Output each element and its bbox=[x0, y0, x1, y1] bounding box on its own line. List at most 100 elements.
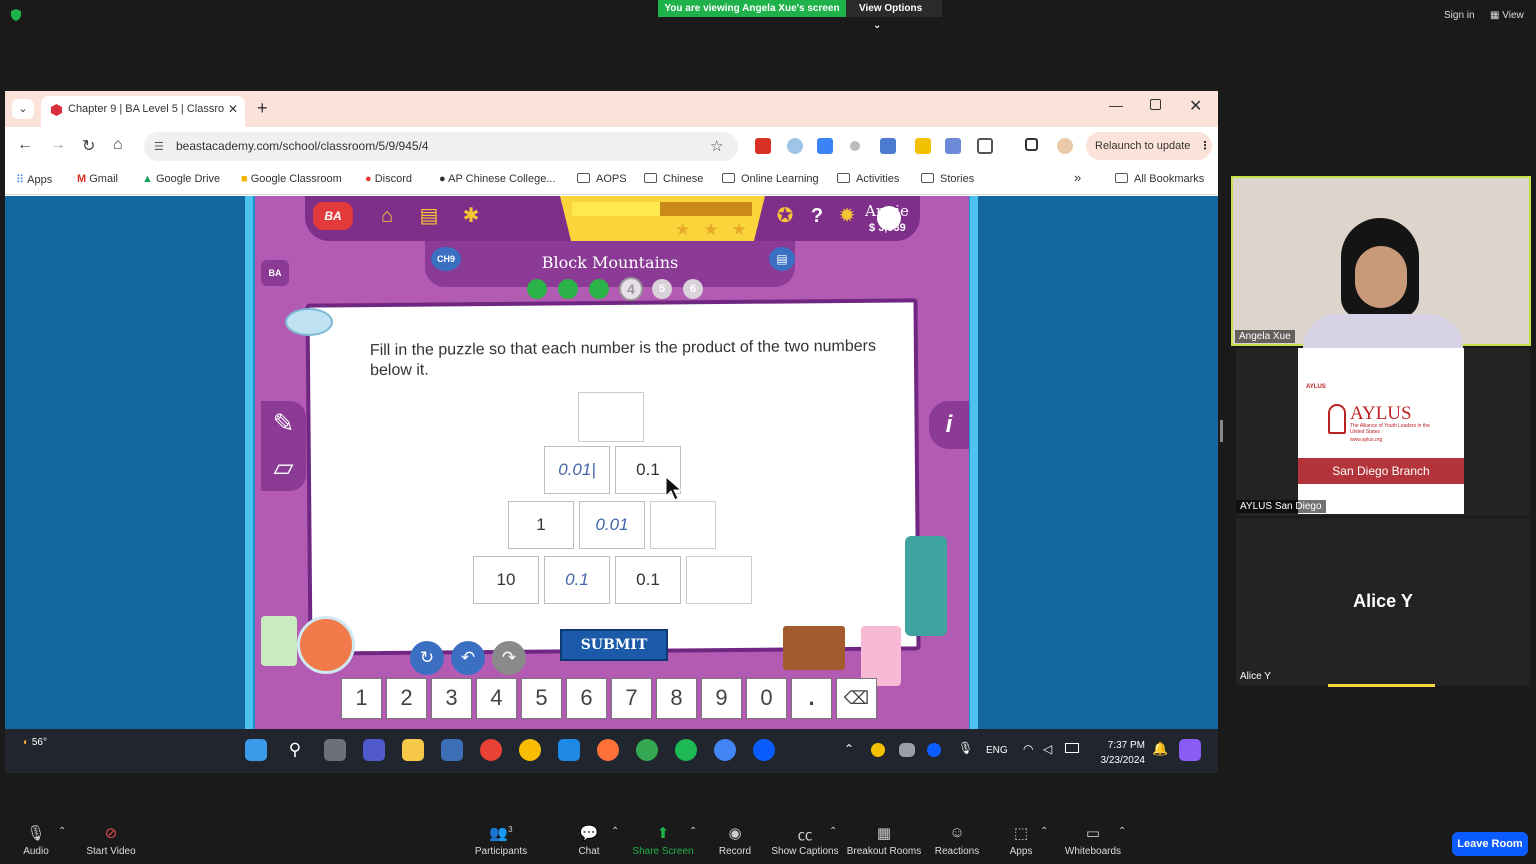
bookmark-discord[interactable]: ● Discord bbox=[365, 173, 412, 185]
site-info-icon[interactable]: ☰ bbox=[154, 140, 164, 153]
tray-app-icon[interactable] bbox=[871, 743, 885, 757]
bookmark-google-classroom[interactable]: ■ Google Classroom bbox=[241, 173, 342, 185]
chrome-alt-icon[interactable] bbox=[714, 739, 736, 761]
zoom-tray-icon[interactable] bbox=[927, 743, 941, 757]
bookmark-apps[interactable]: ⠿ Apps bbox=[16, 173, 52, 186]
puzzle-cell-r3-2[interactable]: 0.01 bbox=[579, 501, 645, 549]
chrome-active-icon[interactable] bbox=[636, 739, 658, 761]
settings-gear-icon[interactable]: ✹ bbox=[835, 204, 859, 228]
bookmark-aops[interactable]: AOPS bbox=[577, 173, 627, 185]
bookmark-activities[interactable]: Activities bbox=[837, 173, 899, 185]
info-icon[interactable]: i bbox=[929, 401, 969, 449]
view-button[interactable]: ▦ View bbox=[1490, 10, 1524, 21]
microphone-icon[interactable]: 🎙 bbox=[958, 741, 973, 755]
puzzle-icon[interactable]: ✱ bbox=[459, 204, 483, 228]
split-handle[interactable] bbox=[1220, 420, 1223, 442]
wifi-icon[interactable]: ◠ bbox=[1023, 742, 1033, 756]
problem-dot-6[interactable]: 6 bbox=[683, 279, 703, 299]
participant-tile-aylus[interactable]: AYLUS AYLUS The Alliance of Youth Leader… bbox=[1236, 348, 1530, 516]
teams-icon[interactable] bbox=[363, 739, 385, 761]
back-icon[interactable]: ← bbox=[17, 136, 33, 154]
puzzle-cell-r3-1[interactable]: 1 bbox=[508, 501, 574, 549]
forward-icon[interactable]: → bbox=[50, 136, 66, 154]
notification-bell-icon[interactable]: 🔔 bbox=[1152, 741, 1168, 757]
eraser-icon[interactable]: ▱ bbox=[261, 445, 306, 489]
mail-icon[interactable] bbox=[558, 739, 580, 761]
home-icon[interactable]: ⌂ bbox=[113, 136, 123, 154]
more-bookmarks-icon[interactable]: » bbox=[1074, 170, 1081, 185]
firefox-icon[interactable] bbox=[597, 739, 619, 761]
key-9[interactable]: 9 bbox=[701, 678, 742, 719]
backspace-icon[interactable]: ⌫ bbox=[836, 678, 877, 719]
timer-extension-icon[interactable] bbox=[880, 138, 896, 154]
guide-book-icon[interactable]: ▤ bbox=[769, 247, 795, 271]
bookmark-star-icon[interactable]: ☆ bbox=[710, 137, 723, 155]
bookmark-ap-chinese[interactable]: ● AP Chinese College... bbox=[439, 173, 556, 185]
copilot-icon[interactable] bbox=[1179, 739, 1201, 761]
taskbar-clock[interactable]: 7:37 PM 3/23/2024 bbox=[1093, 738, 1146, 768]
participants-button[interactable]: 👥3 Participants bbox=[456, 824, 546, 857]
problem-dot-1[interactable]: 1 bbox=[527, 279, 547, 299]
small-logo[interactable]: BA bbox=[261, 260, 289, 286]
task-view-icon[interactable] bbox=[324, 739, 346, 761]
leave-room-button[interactable]: Leave Room bbox=[1452, 832, 1528, 856]
browser-tab[interactable]: Chapter 9 | BA Level 5 | Classro ✕ bbox=[41, 96, 245, 127]
view-options-button[interactable]: View Options ⌄ bbox=[846, 0, 942, 31]
key-5[interactable]: 5 bbox=[521, 678, 562, 719]
problem-dot-2[interactable]: 2 bbox=[558, 279, 578, 299]
bookmark-chinese[interactable]: Chinese bbox=[644, 173, 703, 185]
problem-dot-3[interactable]: 3 bbox=[589, 279, 609, 299]
start-video-button[interactable]: ⊘ Start Video bbox=[66, 824, 156, 857]
whiteboards-chevron-icon[interactable]: ⌃ bbox=[1118, 826, 1126, 837]
relaunch-to-update-button[interactable]: Relaunch to update ⋮ bbox=[1086, 132, 1212, 160]
participant-tile-alice[interactable]: Alice Y Alice Y bbox=[1236, 518, 1530, 687]
key-decimal[interactable]: . bbox=[791, 678, 832, 719]
key-8[interactable]: 8 bbox=[656, 678, 697, 719]
gmail-extension-icon[interactable] bbox=[755, 138, 771, 154]
side-panel-icon[interactable] bbox=[1025, 138, 1038, 151]
bookmark-gmail[interactable]: M Gmail bbox=[77, 173, 118, 185]
save-app-icon[interactable] bbox=[441, 739, 463, 761]
profile-avatar[interactable] bbox=[1057, 138, 1073, 154]
search-icon[interactable]: ⚲ bbox=[284, 739, 306, 761]
reload-icon[interactable]: ↻ bbox=[82, 136, 95, 156]
key-2[interactable]: 2 bbox=[386, 678, 427, 719]
book-icon[interactable]: ▤ bbox=[417, 204, 441, 228]
language-indicator[interactable]: ENG bbox=[986, 745, 1008, 756]
puzzle-cell-r3-3[interactable] bbox=[650, 501, 716, 549]
chrome-profile-icon[interactable] bbox=[519, 739, 541, 761]
sign-in-button[interactable]: Sign in bbox=[1444, 10, 1475, 21]
file-explorer-icon[interactable] bbox=[402, 739, 424, 761]
home-icon[interactable]: ⌂ bbox=[375, 204, 399, 228]
puzzle-cell-r2-1[interactable]: 0.01| bbox=[544, 446, 610, 494]
chrome-icon[interactable] bbox=[480, 739, 502, 761]
puzzle-cell-top[interactable] bbox=[578, 392, 644, 442]
address-bar[interactable]: ☰ beastacademy.com/school/classroom/5/9/… bbox=[144, 132, 738, 161]
key-3[interactable]: 3 bbox=[431, 678, 472, 719]
weather-widget[interactable]: ◐ 56° bbox=[23, 737, 47, 748]
bookmark-online-learning[interactable]: Online Learning bbox=[722, 173, 819, 185]
close-tab-icon[interactable]: ✕ bbox=[228, 96, 238, 123]
extension-icon[interactable] bbox=[787, 138, 803, 154]
user-name[interactable]: Annie bbox=[865, 202, 909, 220]
participant-tile-angela[interactable]: Angela Xue bbox=[1231, 176, 1531, 348]
reset-icon[interactable]: ↻ bbox=[410, 641, 444, 675]
send-extension-icon[interactable] bbox=[817, 138, 833, 154]
redo-icon[interactable]: ↷ bbox=[492, 641, 526, 675]
puzzle-cell-r4-1[interactable]: 10 bbox=[473, 556, 539, 604]
zoom-app-icon[interactable] bbox=[753, 739, 775, 761]
onedrive-icon[interactable] bbox=[899, 743, 915, 757]
undo-icon[interactable]: ↶ bbox=[451, 641, 485, 675]
new-tab-button[interactable]: + bbox=[257, 98, 268, 119]
battery-icon[interactable] bbox=[1065, 743, 1079, 753]
extensions-puzzle-icon[interactable] bbox=[977, 138, 993, 154]
all-bookmarks-button[interactable]: All Bookmarks bbox=[1115, 173, 1204, 185]
submit-button[interactable]: SUBMIT bbox=[560, 629, 668, 661]
restore-button[interactable] bbox=[1150, 99, 1161, 110]
captions-chevron-icon[interactable]: ⌃ bbox=[829, 826, 837, 837]
translate-extension-icon[interactable] bbox=[945, 138, 961, 154]
volume-icon[interactable]: ◁ bbox=[1043, 742, 1052, 756]
key-0[interactable]: 0 bbox=[746, 678, 787, 719]
minimize-button[interactable]: — bbox=[1109, 97, 1123, 113]
puzzle-cell-r4-4[interactable] bbox=[686, 556, 752, 604]
